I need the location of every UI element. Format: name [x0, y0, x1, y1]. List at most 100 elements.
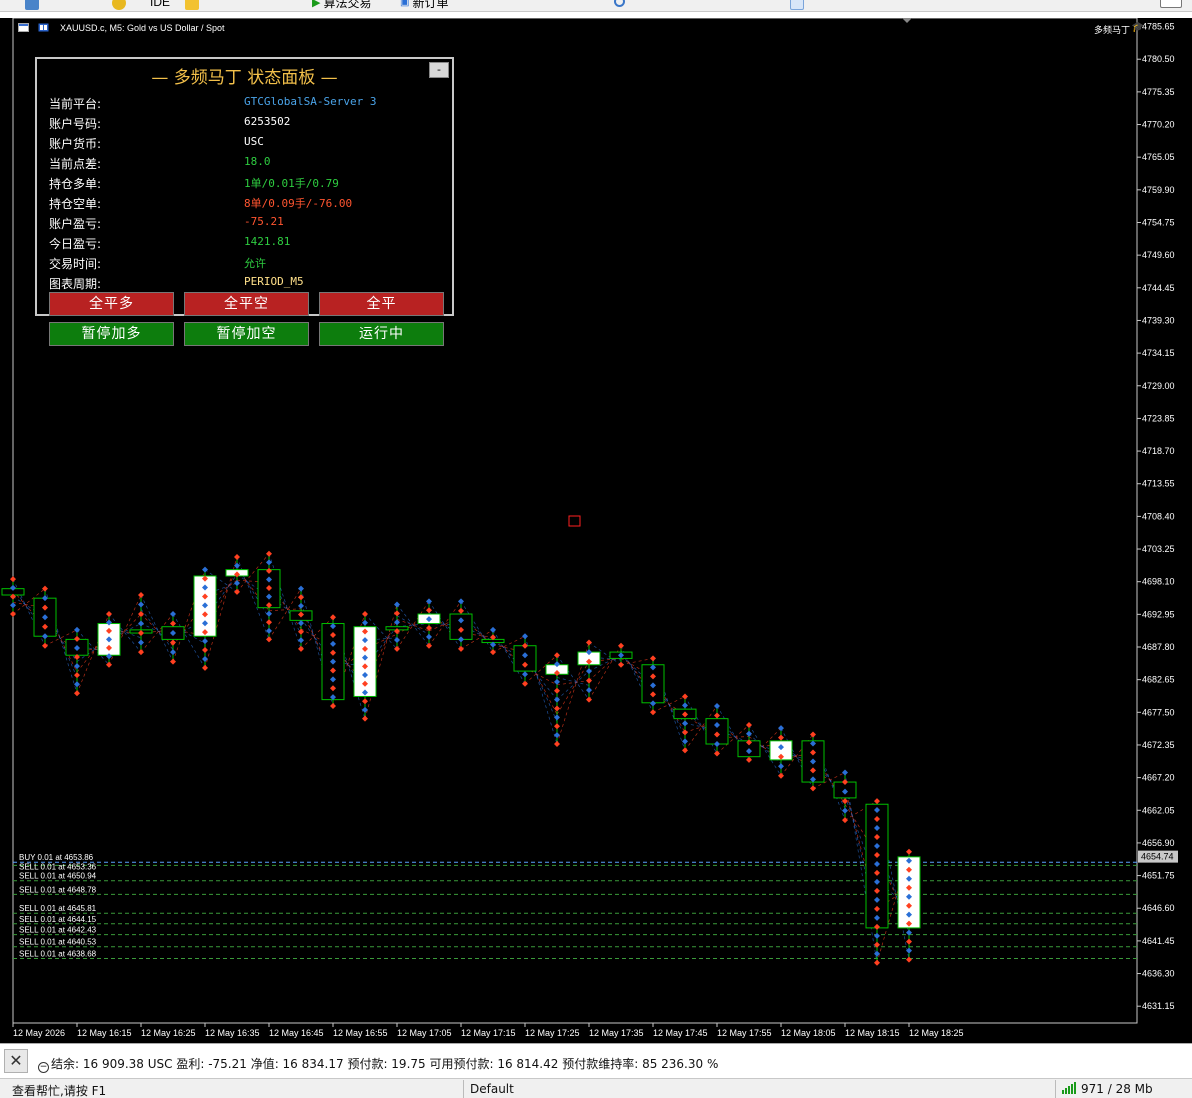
cursor-icon[interactable] [790, 0, 804, 10]
sell-arrow-icon [714, 712, 720, 719]
y-tick-label: 4677.50 [1142, 707, 1175, 717]
buy-arrow-icon [842, 807, 848, 814]
sell-arrow-icon [234, 553, 240, 560]
panel-row-value: 18.0 [244, 155, 271, 168]
collapse-icon[interactable]: − [38, 1062, 49, 1073]
trade-link-line [556, 677, 590, 686]
panel-row-label: 持仓空单: [49, 197, 102, 211]
panel-row-value: USC [244, 135, 264, 148]
chart-window[interactable]: 4785.65 4780.50 4775.35 4770.20 4765.05 4759.… [0, 18, 1192, 1043]
panel-row-label: 今日盈亏: [49, 237, 102, 251]
play-icon: ▶ [312, 0, 321, 9]
order-line-label: SELL 0.01 at 4638.68 [19, 949, 97, 958]
buy-arrow-icon [426, 598, 432, 605]
y-tick-label: 4739.30 [1142, 315, 1175, 325]
chart-icon[interactable] [25, 0, 39, 10]
running-button[interactable]: 运行中 [319, 322, 444, 346]
x-tick-label: 12 May 16:45 [269, 1028, 324, 1038]
network-status[interactable]: 971 / 28 Mb [1062, 1082, 1153, 1097]
y-tick-label: 4667.20 [1142, 773, 1175, 783]
sell-arrow-icon [746, 721, 752, 728]
pause-add-sell-button[interactable]: 暂停加空 [184, 322, 309, 346]
panel-row-label: 账户号码: [49, 117, 102, 131]
buy-arrow-icon [586, 687, 592, 694]
sell-arrow-icon [906, 848, 912, 855]
panel-row-value: 允许 [244, 257, 266, 270]
sell-arrow-icon [10, 576, 16, 583]
y-tick-label: 4734.15 [1142, 348, 1175, 358]
sell-arrow-icon [874, 798, 880, 805]
close-all-button[interactable]: 全平 [319, 292, 444, 316]
x-tick-label: 12 May 17:35 [589, 1028, 644, 1038]
sell-arrow-icon [586, 696, 592, 703]
search-icon[interactable] [614, 0, 625, 7]
order-line-label: SELL 0.01 at 4653.36 [19, 862, 97, 871]
close-all-buy-button[interactable]: 全平多 [49, 292, 174, 316]
graduation-cap-icon[interactable]: 🎓 [1132, 22, 1144, 33]
y-tick-label: 4662.05 [1142, 805, 1175, 815]
buy-arrow-icon [874, 932, 880, 939]
y-tick-label: 4765.05 [1142, 152, 1175, 162]
sell-arrow-icon [842, 817, 848, 824]
y-tick-label: 4687.80 [1142, 642, 1175, 652]
buy-arrow-icon [10, 602, 16, 609]
sell-arrow-icon [170, 620, 176, 627]
main-toolbar: IDE ▶ 算法交易 ▣ 新订单 [0, 0, 1192, 12]
panel-row-label: 账户货币: [49, 137, 102, 151]
sell-arrow-icon [682, 747, 688, 754]
sell-arrow-icon [554, 741, 560, 748]
trade-link-line [556, 670, 590, 700]
x-tick-label: 12 May 16:55 [333, 1028, 388, 1038]
ide-button[interactable]: IDE [150, 0, 170, 10]
buy-arrow-icon [714, 702, 720, 709]
close-icon[interactable]: ✕ [4, 1049, 28, 1073]
x-tick-label: 12 May 16:25 [141, 1028, 196, 1038]
x-tick-label: 12 May 17:25 [525, 1028, 580, 1038]
sell-arrow-icon [554, 705, 560, 712]
sell-arrow-icon [330, 702, 336, 709]
close-all-sell-button[interactable]: 全平空 [184, 292, 309, 316]
buy-arrow-icon [522, 671, 528, 678]
app-window: IDE ▶ 算法交易 ▣ 新订单 4785.65 4780.50 4775.35 4770… [0, 0, 1192, 1098]
pause-add-buy-button[interactable]: 暂停加多 [49, 322, 174, 346]
sell-arrow-icon [458, 645, 464, 652]
checkbox-toggle[interactable] [1160, 0, 1182, 8]
sell-arrow-icon [618, 661, 624, 668]
status-separator [463, 1080, 464, 1098]
new-order-label: 新订单 [412, 0, 449, 10]
minimize-button[interactable]: - [429, 62, 449, 78]
x-tick-label: 12 May 17:15 [461, 1028, 516, 1038]
folder-icon[interactable] [185, 0, 199, 10]
sell-arrow-icon [394, 610, 400, 617]
sell-arrow-icon [490, 649, 496, 656]
y-tick-label: 4682.65 [1142, 675, 1175, 685]
buy-arrow-icon [298, 620, 304, 627]
x-tick-label: 12 May 18:05 [781, 1028, 836, 1038]
expert-advisor-name[interactable]: 多频马丁 [1094, 23, 1130, 36]
x-tick-label: 12 May 18:15 [845, 1028, 900, 1038]
order-line-label: SELL 0.01 at 4650.94 [19, 872, 97, 881]
new-order-button[interactable]: ▣ 新订单 [400, 0, 448, 10]
sell-arrow-icon [874, 959, 880, 966]
algo-trading-button[interactable]: ▶ 算法交易 [312, 0, 371, 10]
x-tick-label: 12 May 17:05 [397, 1028, 452, 1038]
sell-arrow-icon [202, 647, 208, 654]
buy-arrow-icon [138, 639, 144, 646]
buy-arrow-icon [138, 620, 144, 627]
coin-icon[interactable] [112, 0, 126, 10]
buy-arrow-icon [682, 720, 688, 727]
profile-name[interactable]: Default [470, 1082, 514, 1096]
panel-row-value: 1421.81 [244, 235, 291, 248]
panel-title: — 多频马丁 状态面板 — [151, 68, 338, 88]
y-tick-label: 4744.45 [1142, 283, 1175, 293]
buy-arrow-icon [202, 566, 208, 573]
y-tick-label: 4656.90 [1142, 838, 1175, 848]
sell-arrow-icon [362, 698, 368, 705]
status-separator [1055, 1080, 1056, 1098]
account-summary-text: 结余: 16 909.38 USC 盈利: -75.21 净值: 16 834.… [51, 1057, 719, 1071]
sell-arrow-icon [74, 690, 80, 697]
sell-arrow-icon [586, 639, 592, 646]
panel-row: 交易时间: 允许 [49, 255, 429, 275]
y-tick-label: 4729.00 [1142, 381, 1175, 391]
sell-arrow-icon [74, 672, 80, 679]
